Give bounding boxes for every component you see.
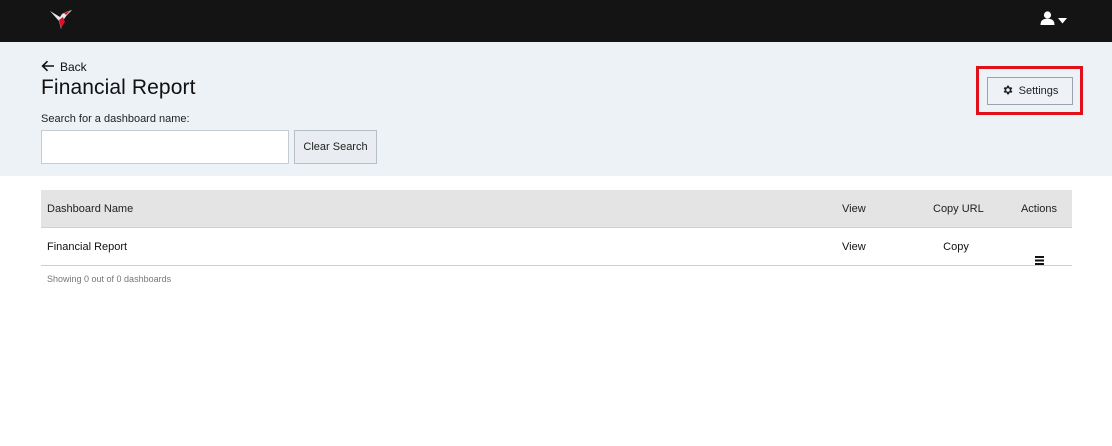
clear-search-button[interactable]: Clear Search bbox=[294, 130, 377, 164]
page-title: Financial Report bbox=[41, 76, 196, 99]
arrow-left-icon bbox=[41, 60, 55, 75]
search-label: Search for a dashboard name: bbox=[41, 113, 190, 125]
user-menu-button[interactable] bbox=[1040, 10, 1072, 30]
dashboard-name-cell: Financial Report bbox=[47, 241, 128, 253]
settings-button[interactable]: Settings bbox=[987, 77, 1073, 105]
dashboard-count-text: Showing 0 out of 0 dashboards bbox=[47, 274, 172, 284]
column-header-view: View bbox=[842, 203, 866, 215]
view-link[interactable]: View bbox=[842, 228, 866, 266]
copy-link[interactable]: Copy bbox=[933, 228, 979, 266]
actions-cell bbox=[1019, 228, 1059, 266]
column-header-name: Dashboard Name bbox=[47, 203, 134, 215]
search-input[interactable] bbox=[41, 130, 289, 164]
table-header: Dashboard Name View Copy URL Actions bbox=[41, 190, 1072, 228]
column-header-actions: Actions bbox=[1020, 203, 1058, 215]
gear-icon bbox=[1002, 84, 1014, 99]
column-header-copy-url: Copy URL bbox=[933, 203, 984, 215]
top-navbar bbox=[0, 0, 1112, 42]
caret-down-icon bbox=[1058, 11, 1067, 29]
back-link[interactable]: Back bbox=[41, 59, 87, 75]
back-label: Back bbox=[60, 60, 87, 74]
user-icon bbox=[1040, 10, 1055, 30]
dashboards-table: Dashboard Name View Copy URL Actions Fin… bbox=[41, 190, 1072, 266]
table-row: Financial Report View Copy bbox=[41, 228, 1072, 266]
hummingbird-logo-icon[interactable] bbox=[48, 8, 74, 32]
settings-label: Settings bbox=[1018, 85, 1059, 97]
menu-icon[interactable] bbox=[1034, 243, 1044, 265]
